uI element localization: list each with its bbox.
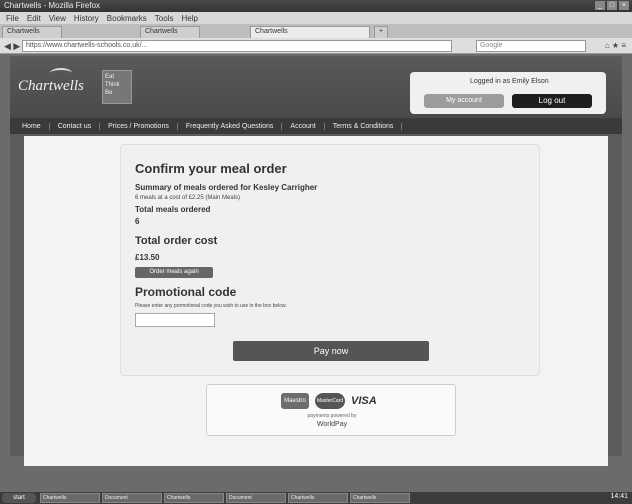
total-meals-label: Total meals ordered bbox=[135, 205, 211, 214]
taskbar-item[interactable]: Document bbox=[102, 493, 162, 503]
card-logos: Maestro MasterCard VISA bbox=[281, 393, 377, 409]
minimize-icon[interactable]: _ bbox=[595, 1, 605, 10]
site-header: Chartwells Eat Think Be Logged in as Emi… bbox=[10, 56, 622, 118]
window-controls: _ □ × bbox=[595, 1, 629, 10]
badge-line: Eat bbox=[105, 74, 115, 80]
site-frame: Chartwells Eat Think Be Logged in as Emi… bbox=[10, 56, 622, 466]
nav-contact[interactable]: Contact us bbox=[50, 122, 101, 130]
window-titlebar: Chartwells - Mozilla Firefox _ □ × bbox=[0, 0, 632, 12]
toolbar-icons[interactable]: ⌂ ★ ≡ bbox=[605, 41, 626, 50]
page-title: Confirm your meal order bbox=[135, 161, 287, 176]
total-cost-value: £13.50 bbox=[135, 253, 160, 262]
nav-terms[interactable]: Terms & Conditions bbox=[325, 122, 403, 130]
promo-heading: Promotional code bbox=[135, 285, 237, 299]
total-meals-value: 6 bbox=[135, 217, 140, 226]
pay-now-button[interactable]: Pay now bbox=[233, 341, 429, 361]
nav-account[interactable]: Account bbox=[282, 122, 325, 130]
maestro-logo: Maestro bbox=[281, 393, 309, 409]
browser-tabbar: Chartwells Chartwells Chartwells + bbox=[0, 24, 632, 38]
badge-line: Be bbox=[105, 90, 113, 96]
logout-button[interactable]: Log out bbox=[512, 94, 592, 108]
promo-code-input[interactable] bbox=[135, 313, 215, 327]
taskbar-items: Chartwells Document Chartwells Document … bbox=[40, 493, 410, 503]
main-content: Confirm your meal order Summary of meals… bbox=[24, 136, 608, 466]
menu-help[interactable]: Help bbox=[181, 14, 197, 23]
visa-logo: VISA bbox=[351, 395, 377, 407]
total-cost-label: Total order cost bbox=[135, 235, 218, 247]
taskbar-item[interactable]: Chartwells bbox=[288, 493, 348, 503]
menu-edit[interactable]: Edit bbox=[27, 14, 41, 23]
close-icon[interactable]: × bbox=[619, 1, 629, 10]
start-button[interactable]: start bbox=[2, 493, 36, 503]
menu-file[interactable]: File bbox=[6, 14, 19, 23]
payment-logos-box: Maestro MasterCard VISA payments powered… bbox=[206, 384, 456, 436]
taskbar-item[interactable]: Chartwells bbox=[40, 493, 100, 503]
mastercard-logo: MasterCard bbox=[315, 393, 345, 409]
back-forward-icon[interactable]: ◀ ▶ bbox=[4, 41, 20, 52]
taskbar-item[interactable]: Chartwells bbox=[350, 493, 410, 503]
os-taskbar: start Chartwells Document Chartwells Doc… bbox=[0, 492, 632, 504]
badge-line: Think bbox=[105, 82, 120, 88]
search-input[interactable]: Google bbox=[476, 40, 586, 52]
my-account-button[interactable]: My account bbox=[424, 94, 504, 108]
order-card: Confirm your meal order Summary of meals… bbox=[120, 144, 540, 376]
browser-menubar: File Edit View History Bookmarks Tools H… bbox=[0, 12, 632, 24]
order-summary-title: Summary of meals ordered for Kesley Carr… bbox=[135, 183, 318, 192]
promo-help-text: Please enter any promotional code you wi… bbox=[135, 303, 287, 309]
browser-tab[interactable]: Chartwells bbox=[140, 26, 200, 38]
order-summary-detail: 6 meals at a cost of £2.25 (Main Meals) bbox=[135, 195, 241, 201]
taskbar-item[interactable]: Chartwells bbox=[164, 493, 224, 503]
nav-faq[interactable]: Frequently Asked Questions bbox=[178, 122, 283, 130]
window-title: Chartwells - Mozilla Firefox bbox=[4, 1, 101, 10]
new-tab-button[interactable]: + bbox=[374, 26, 388, 38]
browser-tab[interactable]: Chartwells bbox=[2, 26, 62, 38]
menu-bookmarks[interactable]: Bookmarks bbox=[107, 14, 147, 23]
menu-history[interactable]: History bbox=[74, 14, 99, 23]
eat-think-be-badge: Eat Think Be bbox=[102, 70, 132, 104]
browser-tab-active[interactable]: Chartwells bbox=[250, 26, 370, 38]
system-clock: 14:41 bbox=[610, 493, 628, 500]
site-logo[interactable]: Chartwells bbox=[18, 78, 84, 95]
browser-addressbar: ◀ ▶ https://www.chartwells-schools.co.uk… bbox=[0, 38, 632, 54]
nav-prices[interactable]: Prices / Promotions bbox=[100, 122, 178, 130]
logo-swirl-icon bbox=[50, 68, 72, 78]
maximize-icon[interactable]: □ bbox=[607, 1, 617, 10]
logged-in-user: Logged in as Emily Elson bbox=[470, 78, 549, 85]
url-field[interactable]: https://www.chartwells-schools.co.uk/... bbox=[22, 40, 452, 52]
site-nav: Home Contact us Prices / Promotions Freq… bbox=[10, 118, 622, 134]
payments-powered-by: payments powered by bbox=[307, 413, 357, 419]
order-again-button[interactable]: Order meals again bbox=[135, 267, 213, 278]
nav-home[interactable]: Home bbox=[14, 122, 50, 130]
worldpay-logo: WorldPay bbox=[316, 421, 348, 428]
menu-view[interactable]: View bbox=[49, 14, 66, 23]
menu-tools[interactable]: Tools bbox=[155, 14, 174, 23]
login-box: Logged in as Emily Elson My account Log … bbox=[410, 72, 606, 114]
taskbar-item[interactable]: Document bbox=[226, 493, 286, 503]
